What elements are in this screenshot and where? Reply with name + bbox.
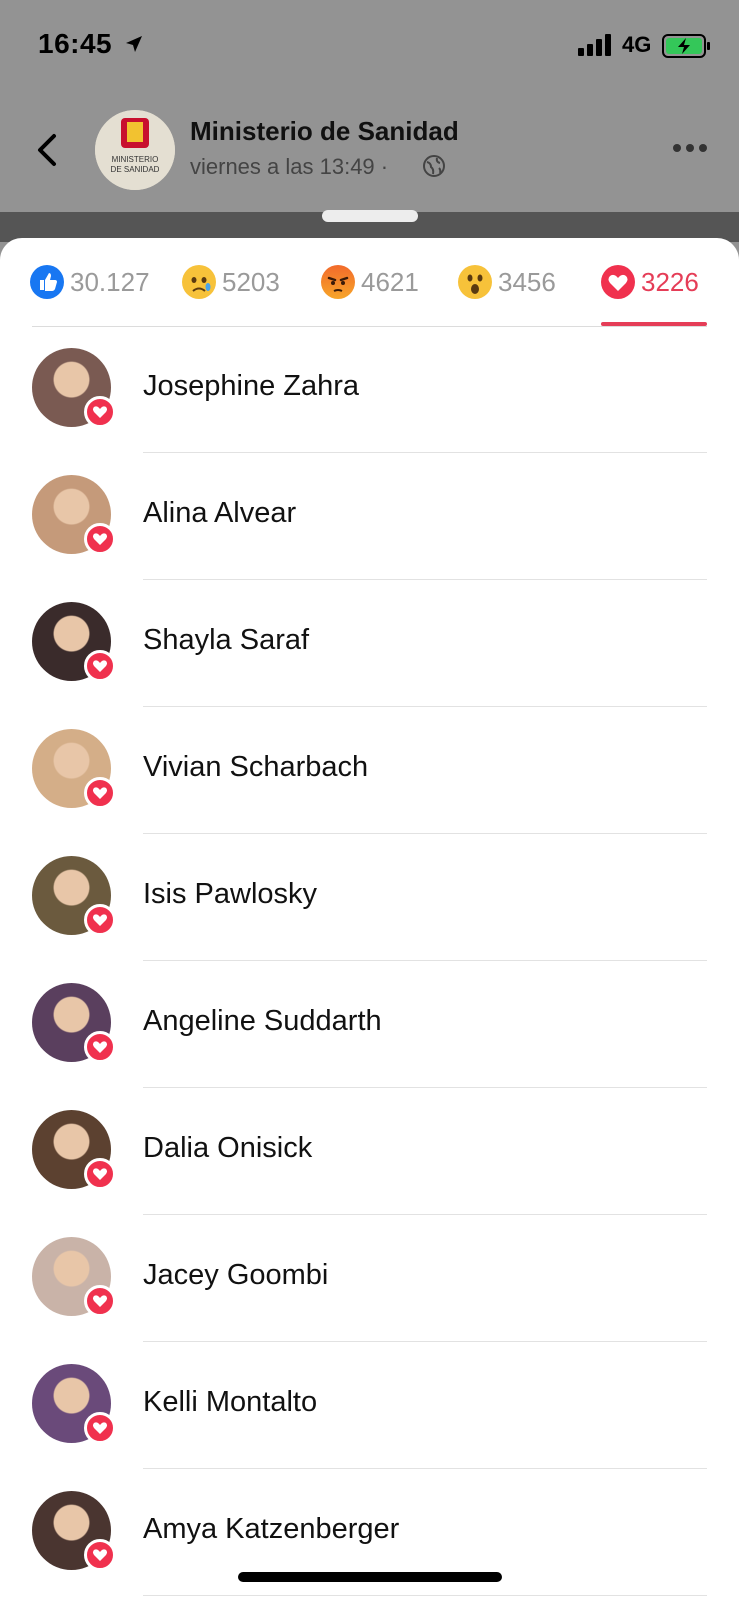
sad-count: 5203	[222, 266, 280, 297]
page-name[interactable]: Ministerio de Sanidad	[190, 116, 459, 147]
list-item[interactable]: Jacey Goombi	[0, 1215, 739, 1342]
svg-text:DE SANIDAD: DE SANIDAD	[111, 165, 160, 174]
page-avatar[interactable]: MINISTERIO DE SANIDAD	[95, 110, 175, 190]
heart-badge-icon	[84, 396, 116, 428]
wow-count: 3456	[498, 266, 556, 297]
battery-charging-icon	[662, 34, 710, 58]
heart-badge-icon	[84, 650, 116, 682]
reactors-list: Josephine Zahra Alina Alvear Shayla Saraf V…	[0, 326, 739, 1596]
user-name[interactable]: Jacey Goombi	[143, 1259, 328, 1292]
sheet-grabber[interactable]	[322, 210, 418, 222]
more-options-icon[interactable]	[672, 140, 708, 156]
heart-badge-icon	[84, 1539, 116, 1571]
user-name[interactable]: Kelli Montalto	[143, 1386, 317, 1419]
tab-love[interactable]: 3226	[601, 260, 699, 304]
like-count: 30.127	[70, 266, 150, 297]
list-item[interactable]: Dalia Onisick	[0, 1088, 739, 1215]
user-name[interactable]: Shayla Saraf	[143, 624, 309, 657]
angry-count: 4621	[361, 266, 419, 297]
status-time: 16:45	[38, 28, 113, 59]
tab-angry[interactable]: 4621	[321, 260, 419, 304]
network-type: 4G	[622, 32, 652, 57]
location-arrow-icon	[126, 36, 142, 52]
reaction-tabs: 30.127 5203 4621 3456 3226	[0, 238, 739, 328]
list-item[interactable]: Angeline Suddarth	[0, 961, 739, 1088]
heart-badge-icon	[84, 777, 116, 809]
list-item[interactable]: Isis Pawlosky	[0, 834, 739, 961]
list-item[interactable]: Vivian Scharbach	[0, 707, 739, 834]
user-name[interactable]: Isis Pawlosky	[143, 878, 317, 911]
sheet-grabber-area	[0, 210, 739, 224]
cellular-signal-icon	[578, 34, 611, 56]
post-header: MINISTERIO DE SANIDAD Ministerio de Sani…	[0, 100, 739, 200]
globe-icon	[423, 155, 445, 177]
home-indicator	[238, 1572, 502, 1582]
wow-icon	[458, 265, 492, 299]
user-name[interactable]: Josephine Zahra	[143, 370, 359, 403]
tab-wow[interactable]: 3456	[458, 260, 556, 304]
tab-sad[interactable]: 5203	[182, 260, 280, 304]
user-name[interactable]: Angeline Suddarth	[143, 1005, 382, 1038]
user-name[interactable]: Amya Katzenberger	[143, 1513, 399, 1546]
heart-badge-icon	[84, 1158, 116, 1190]
back-chevron-icon[interactable]	[34, 132, 58, 168]
like-icon	[30, 265, 64, 299]
user-name[interactable]: Alina Alvear	[143, 497, 296, 530]
post-time: viernes a las 13:49 ·	[190, 154, 389, 179]
row-divider	[143, 1595, 707, 1596]
heart-badge-icon	[84, 1031, 116, 1063]
list-item[interactable]: Josephine Zahra	[0, 326, 739, 453]
user-name[interactable]: Dalia Onisick	[143, 1132, 312, 1165]
reactions-sheet: 30.127 5203 4621 3456 3226 Josephine Zah…	[0, 238, 739, 1600]
heart-badge-icon	[84, 1285, 116, 1317]
status-bar: 16:45 4G	[0, 0, 739, 90]
heart-badge-icon	[84, 904, 116, 936]
love-count: 3226	[641, 266, 699, 297]
heart-icon	[601, 265, 635, 299]
coat-of-arms-logo: MINISTERIO DE SANIDAD	[95, 110, 175, 190]
list-item[interactable]: Alina Alvear	[0, 453, 739, 580]
heart-badge-icon	[84, 523, 116, 555]
list-item[interactable]: Kelli Montalto	[0, 1342, 739, 1469]
angry-icon	[321, 265, 355, 299]
user-name[interactable]: Vivian Scharbach	[143, 751, 368, 784]
svg-text:MINISTERIO: MINISTERIO	[112, 155, 159, 164]
sad-icon	[182, 265, 216, 299]
tab-like[interactable]: 30.127	[30, 260, 150, 304]
list-item[interactable]: Shayla Saraf	[0, 580, 739, 707]
heart-badge-icon	[84, 1412, 116, 1444]
